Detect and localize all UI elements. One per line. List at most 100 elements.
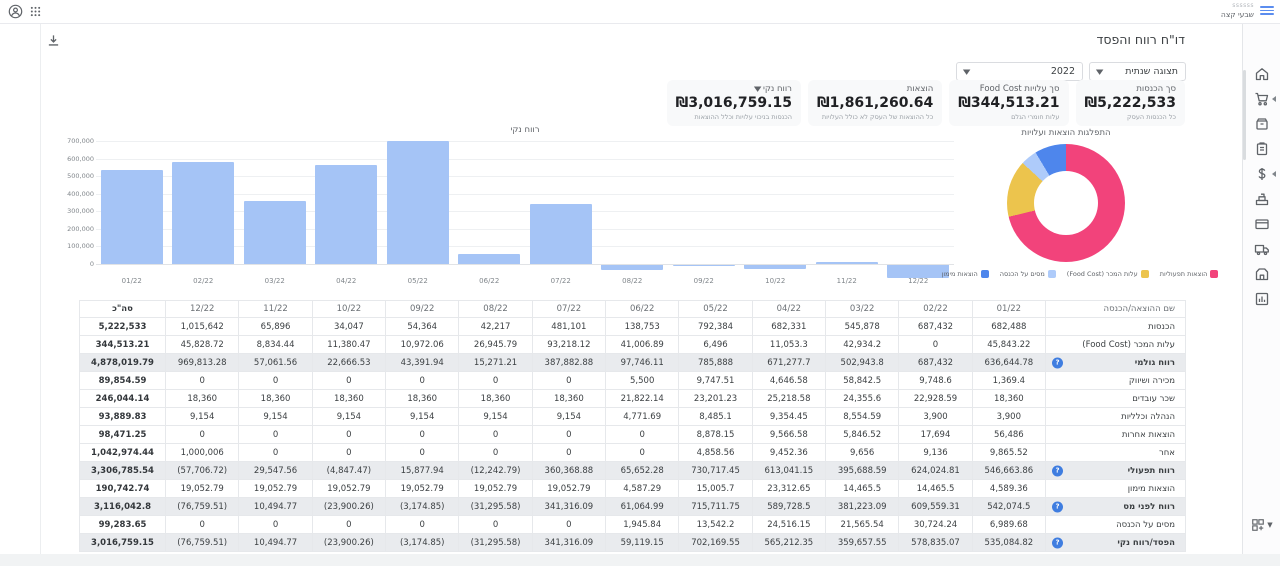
cell-value: 18,360 [312,390,385,408]
cell-value: 42,934.2 [826,336,899,354]
cell-value: 0 [312,444,385,462]
legend-item-0[interactable]: הוצאות תפעוליות [1160,270,1219,278]
legend-swatch [1048,270,1056,278]
row-total: 1,042,974.44 [80,444,166,462]
info-icon[interactable]: ? [1052,501,1063,512]
info-icon[interactable]: ? [1052,537,1063,548]
info-icon[interactable]: ? [1052,465,1063,476]
cell-value: 9,136 [899,444,972,462]
legend-label: הוצאות תפעוליות [1160,270,1208,278]
row-total: 3,306,785.54 [80,462,166,480]
cell-value: 9,154 [386,408,459,426]
x-axis-tick: 04/22 [315,277,377,285]
register-icon[interactable] [1254,191,1270,207]
row-label: הפסד/רווח נקי? [1046,534,1186,552]
cell-value: 22,928.59 [899,390,972,408]
cell-value: 9,354.45 [752,408,825,426]
info-icon[interactable]: ? [1052,357,1063,368]
cell-value: 19,052.79 [312,480,385,498]
cell-value: 45,828.72 [166,336,239,354]
apps-grid-icon[interactable]: ▼ [1243,518,1280,532]
company-block: ssssss שבעי קצה [1221,2,1254,19]
credit-card-icon[interactable] [1254,216,1270,232]
cell-value: 360,368.88 [532,462,605,480]
year-select[interactable]: 2022 ▼ [956,62,1083,81]
legend-label: הוצאות מימון [942,270,978,278]
table-row-8: רווח תפעולי?546,663.86624,024.81395,688.… [80,462,1186,480]
col-header-month: 10/22 [312,301,385,318]
kpi-label-text: סך עלויות Food Cost [980,84,1060,94]
y-axis-tick: 400,000 [54,190,94,198]
bar-10/22 [744,265,806,269]
cell-value: 18,360 [972,390,1045,408]
cell-value: 9,656 [826,444,899,462]
reports-icon[interactable] [1254,291,1270,307]
cell-value: 702,169.55 [679,534,752,552]
store-icon[interactable] [1254,266,1270,282]
legend-item-1[interactable]: עלות המכר (Food Cost) [1067,270,1149,278]
row-label: שכר עובדים [1046,390,1186,408]
nav-sidebar: ▼ [1242,24,1280,566]
table-row-3: מכירה ושיווק1,369.49,748.658,842.54,646.… [80,372,1186,390]
apps-icon[interactable] [30,6,41,17]
cell-value: 0 [606,444,679,462]
bar-08/22 [601,265,663,270]
account-icon[interactable] [8,4,23,19]
pl-header-row: שם ההוצאה/הכנסה01/2202/2203/2204/2205/22… [80,301,1186,318]
cell-value: 535,084.82 [972,534,1045,552]
chevron-down-icon[interactable]: ▼ [753,85,761,93]
home-icon[interactable] [1254,66,1270,82]
cell-value: 10,494.77 [239,498,312,516]
table-row-0: הכנסות682,488687,432545,878682,331792,38… [80,318,1186,336]
cell-value: 18,360 [532,390,605,408]
cell-value: 0 [532,516,605,534]
cell-value: 6,496 [679,336,752,354]
cart-icon[interactable] [1254,91,1270,107]
row-total: 93,889.83 [80,408,166,426]
col-header-month: 02/22 [899,301,972,318]
cell-value: 3,900 [972,408,1045,426]
cell-value: 15,271.21 [459,354,532,372]
cell-value: 19,052.79 [532,480,605,498]
table-row-10: רווח לפני מס?542,074.5609,559.31381,223.… [80,498,1186,516]
menu-icon[interactable] [1260,6,1274,15]
cell-value: (4,847.47) [312,462,385,480]
inventory-icon[interactable] [1254,116,1270,132]
cell-value: 8,485.1 [679,408,752,426]
donut-chart [1007,144,1125,262]
cell-value: 546,663.86 [972,462,1045,480]
cell-value: 93,218.12 [532,336,605,354]
cell-value: 565,212.35 [752,534,825,552]
cell-value: 17,694 [899,426,972,444]
cell-value: 18,360 [239,390,312,408]
row-total: 89,854.59 [80,372,166,390]
payments-icon[interactable] [1254,166,1270,182]
legend-item-2[interactable]: מסים על הכנסה [1000,270,1056,278]
cell-value: 4,587.29 [606,480,679,498]
cell-value: 21,565.54 [826,516,899,534]
cell-value: 8,878.15 [679,426,752,444]
cell-value: 1,000,006 [166,444,239,462]
kpi-subtitle: הכנסות בניכוי עלויות וכלל ההוצאות [676,113,792,121]
cell-value: 15,877.94 [386,462,459,480]
page-title: דו"ח רווח והפסד [1097,32,1185,47]
kpi-card-2: הוצאות₪1,861,260.64כל ההוצאות של העסק לא… [808,80,942,126]
orders-icon[interactable] [1254,141,1270,157]
scrollbar-thumb[interactable] [1243,70,1246,160]
view-mode-select[interactable]: תצוגה שנתית ▼ [1089,62,1186,81]
cell-value: 97,746.11 [606,354,679,372]
cell-value: 11,053.3 [752,336,825,354]
download-icon[interactable] [47,34,60,47]
view-mode-value: תצוגה שנתית [1125,66,1178,77]
col-header-total: סה"כ [80,301,166,318]
cell-value: 18,360 [166,390,239,408]
delivery-icon[interactable] [1254,241,1270,257]
legend-item-3[interactable]: הוצאות מימון [942,270,989,278]
cell-value: 0 [312,516,385,534]
cell-value: 969,813.28 [166,354,239,372]
cell-value: 609,559.31 [899,498,972,516]
x-axis-tick: 03/22 [244,277,306,285]
kpi-label: סך הכנסות [1085,84,1177,94]
kpi-label: רווח נקי▼ [676,84,792,94]
cell-value: 4,589.36 [972,480,1045,498]
